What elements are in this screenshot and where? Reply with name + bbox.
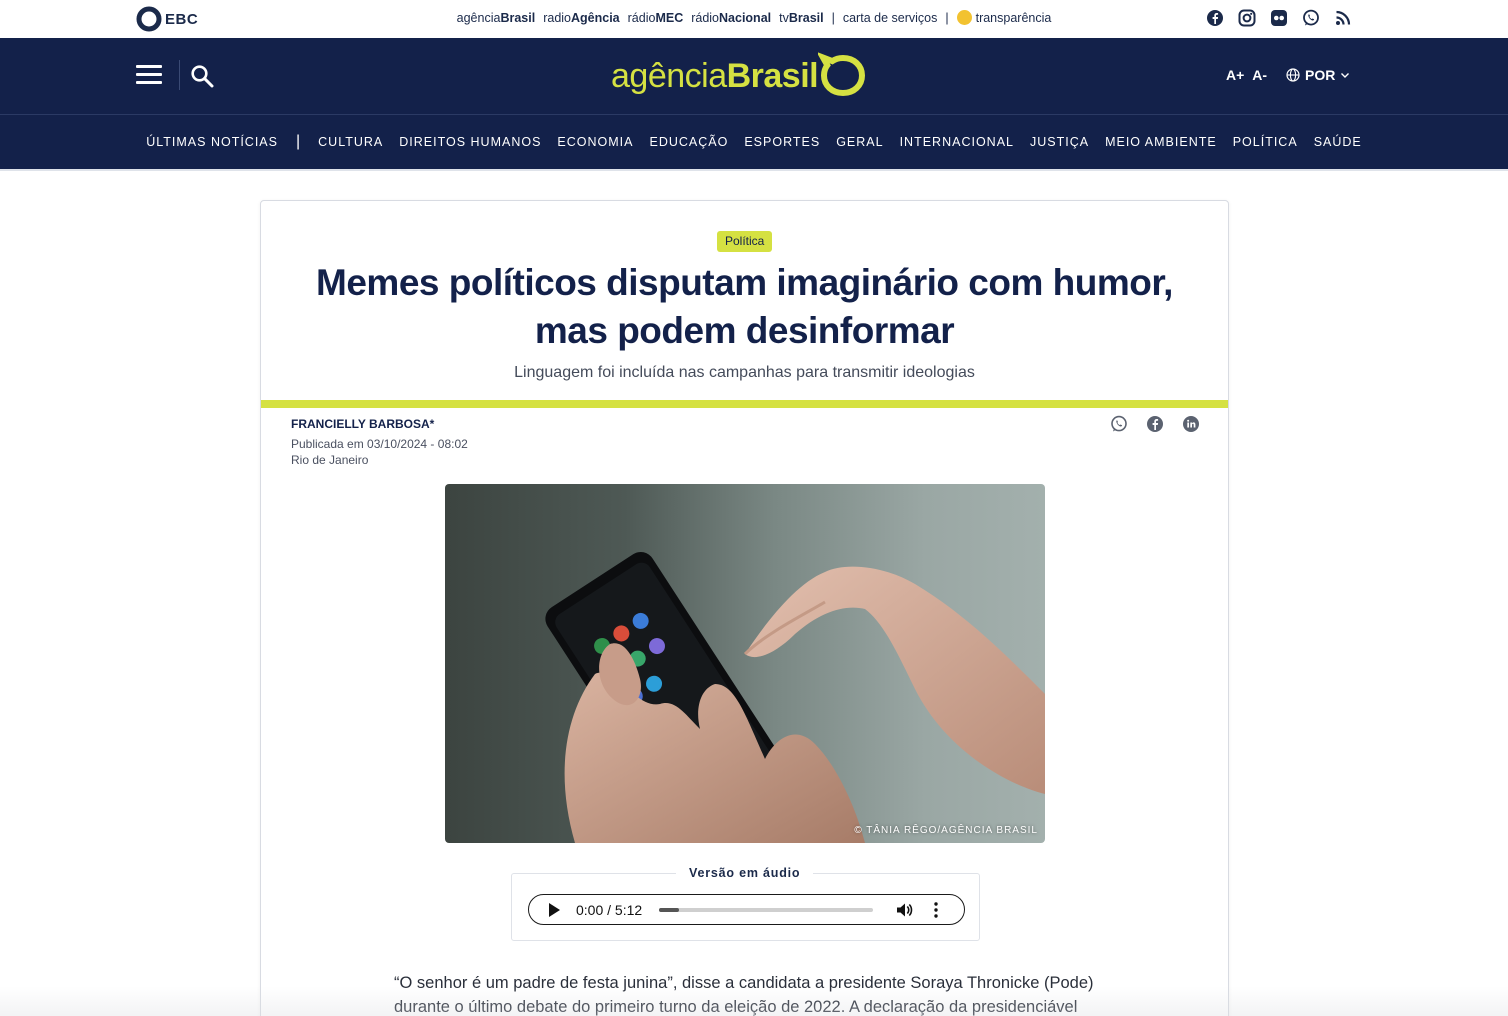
separator: | (831, 10, 835, 25)
brand-light-text: agência (611, 56, 727, 95)
article-title: Memes políticos disputam imaginário com … (291, 259, 1198, 355)
audio-progress-bar[interactable] (659, 908, 873, 912)
audio-time: 0:00 / 5:12 (576, 902, 643, 918)
nav-item-ultimas-noticias[interactable]: Últimas notícias (146, 135, 278, 149)
transparency-icon (956, 10, 972, 25)
link-radio-nacional[interactable]: rádioNacional (691, 11, 771, 25)
brand-bold-text: Brasil (726, 56, 819, 95)
audio-version-box: Versão em áudio 0:00 / 5:12 (511, 866, 980, 941)
link-radio-mec[interactable]: rádioMEC (628, 11, 684, 25)
instagram-icon[interactable] (1238, 9, 1256, 27)
article-subtitle: Linguagem foi incluída nas campanhas par… (514, 364, 975, 381)
search-icon[interactable] (190, 64, 214, 88)
body-line-2: durante o último debate do primeiro turn… (394, 998, 1078, 1016)
link-tv-brasil[interactable]: tvBrasil (779, 11, 823, 25)
link-transparencia[interactable]: transparência (956, 10, 1051, 25)
header-divider (179, 60, 180, 90)
publish-date: Publicada em 03/10/2024 - 08:02 (291, 437, 468, 451)
audio-label: Versão em áudio (676, 866, 814, 880)
language-label: POR (1305, 67, 1336, 83)
body-line-1: “O senhor é um padre de festa junina”, d… (394, 974, 1094, 992)
flickr-icon[interactable] (1270, 9, 1288, 27)
play-icon[interactable] (549, 903, 560, 917)
font-increase-button[interactable]: A+ (1226, 67, 1244, 83)
font-decrease-button[interactable]: A- (1252, 67, 1267, 83)
article-photo[interactable]: © TÂNIA RÊGO/AGÊNCIA BRASIL (445, 484, 1045, 843)
nav-item-meio-ambiente[interactable]: Meio Ambiente (1105, 135, 1217, 149)
category-nav: Últimas notícias | Cultura Direitos Huma… (0, 114, 1508, 169)
social-links (1206, 9, 1352, 27)
audio-progress-fill (659, 908, 679, 912)
facebook-icon[interactable] (1206, 9, 1224, 27)
more-options-icon[interactable] (933, 901, 939, 919)
globe-icon (1286, 68, 1300, 82)
article-card: Política Memes políticos disputam imagin… (260, 200, 1229, 1016)
link-radio-agencia[interactable]: radioAgência (543, 11, 619, 25)
brand-speech-bubble-icon (818, 52, 866, 97)
separator: | (945, 10, 949, 25)
nav-item-justica[interactable]: Justiça (1030, 135, 1089, 149)
nav-item-geral[interactable]: Geral (836, 135, 883, 149)
audio-player[interactable]: 0:00 / 5:12 (528, 894, 965, 925)
nav-item-educacao[interactable]: Educação (649, 135, 728, 149)
photo-credit: © TÂNIA RÊGO/AGÊNCIA BRASIL (854, 825, 1038, 836)
nav-item-cultura[interactable]: Cultura (318, 135, 383, 149)
whatsapp-icon[interactable] (1302, 9, 1320, 27)
menu-icon[interactable] (136, 65, 162, 87)
volume-icon[interactable] (895, 901, 913, 919)
linkedin-icon[interactable] (1182, 415, 1200, 433)
chevron-down-icon (1341, 73, 1350, 78)
location: Rio de Janeiro (291, 453, 369, 467)
language-selector[interactable]: POR (1286, 67, 1350, 83)
author-name: FRANCIELLY BARBOSA* (291, 417, 435, 431)
rss-icon[interactable] (1334, 9, 1352, 27)
category-badge[interactable]: Política (717, 231, 773, 252)
nav-bottom-line (0, 169, 1508, 171)
nav-divider: | (295, 133, 301, 150)
nav-item-internacional[interactable]: Internacional (900, 135, 1014, 149)
nav-item-saude[interactable]: Saúde (1314, 135, 1362, 149)
title-line-1: Memes políticos disputam imaginário com … (316, 262, 1173, 303)
accent-bar (261, 400, 1228, 408)
phone-in-hands-image (545, 551, 1045, 843)
font-size-controls: A+ A- (1226, 67, 1267, 83)
nav-item-politica[interactable]: Política (1233, 135, 1298, 149)
agencia-brasil-logo[interactable]: agência Brasil (611, 52, 868, 99)
site-header: agência Brasil A+ A- POR (0, 38, 1508, 114)
nav-item-direitos-humanos[interactable]: Direitos Humanos (399, 135, 541, 149)
link-agencia-brasil[interactable]: agênciaBrasil (457, 11, 536, 25)
facebook-icon[interactable] (1146, 415, 1164, 433)
link-carta-servicos[interactable]: carta de serviços (843, 11, 937, 25)
nav-item-economia[interactable]: Economia (557, 135, 633, 149)
title-line-2: mas podem desinformar (534, 310, 955, 351)
article-body: “O senhor é um padre de festa junina”, d… (394, 971, 1098, 1016)
share-buttons (1110, 415, 1200, 433)
ebc-top-bar: EBC agênciaBrasil radioAgência rádioMEC … (0, 0, 1508, 38)
nav-item-esportes[interactable]: Esportes (744, 135, 820, 149)
whatsapp-icon[interactable] (1110, 415, 1128, 433)
